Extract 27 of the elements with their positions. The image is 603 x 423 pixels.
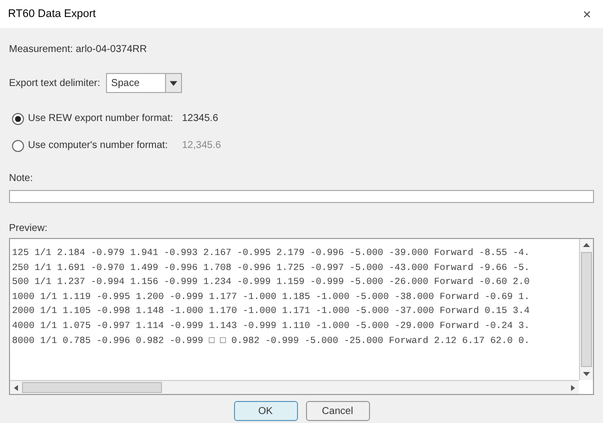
note-label: Note: — [9, 172, 34, 186]
dialog-button[interactable]: Cancel — [306, 401, 370, 421]
vertical-scrollbar[interactable] — [579, 239, 593, 380]
preview-line: 250 1/1 1.691 -0.970 1.499 -0.996 1.708 -0.996 1.725 -0.997 -5.000 -43.000 Forward -9.66 -5. — [12, 260, 531, 275]
preview-line: 2000 1/1 1.105 -0.998 1.148 -1.000 1.170 -1.000 1.171 -1.000 -5.000 -37.000 Forward 0.15 3.4 — [12, 304, 531, 318]
radio-label: Use REW export number format: — [28, 112, 174, 126]
delimiter-dropdown[interactable]: Space — [106, 73, 182, 93]
format-example: 12345.6 — [182, 112, 218, 126]
horizontal-scrollbar[interactable] — [10, 380, 579, 394]
preview-line: 8000 1/1 0.785 -0.996 0.982 -0.999 □ □ 0.982 -0.999 -5.000 -25.000 Forward 2.12 6.17 62.0 0. — [12, 334, 531, 348]
preview-line: 1000 1/1 1.119 -0.995 1.200 -0.999 1.177 -1.000 1.185 -1.000 -5.000 -38.000 Forward -0.69 1. — [12, 290, 531, 304]
dropdown-value: Space — [110, 76, 141, 90]
preview-line: 500 1/1 1.237 -0.994 1.156 -0.999 1.234 -0.999 1.159 -0.999 -5.000 -26.000 Forward -0.60 2.0 — [12, 275, 531, 290]
radio-button[interactable] — [12, 140, 24, 152]
preview-line: 125 1/1 2.184 -0.979 1.941 -0.993 2.167 -0.995 2.179 -0.996 -5.000 -39.000 Forward -8.55 -4. — [12, 246, 531, 260]
format-example: 12,345.6 — [182, 139, 221, 153]
radio-label: Use computer's number format: — [28, 139, 168, 153]
caret-icon — [165, 74, 182, 92]
close-button[interactable]: × — [578, 4, 595, 24]
dialog-button[interactable]: OK — [234, 401, 298, 421]
measurement-label: Measurement: arlo-04-0374RR — [9, 43, 148, 57]
radio-button[interactable] — [12, 112, 24, 124]
preview-label: Preview: — [9, 222, 48, 236]
window-title: RT60 Data Export — [8, 6, 96, 22]
delimiter-label: Export text delimiter: — [9, 76, 100, 90]
note-field[interactable] — [9, 190, 594, 203]
preview-line: 4000 1/1 1.075 -0.997 1.114 -0.999 1.143 -0.999 1.110 -1.000 -5.000 -29.000 Forward -0.24 3. — [12, 318, 531, 333]
